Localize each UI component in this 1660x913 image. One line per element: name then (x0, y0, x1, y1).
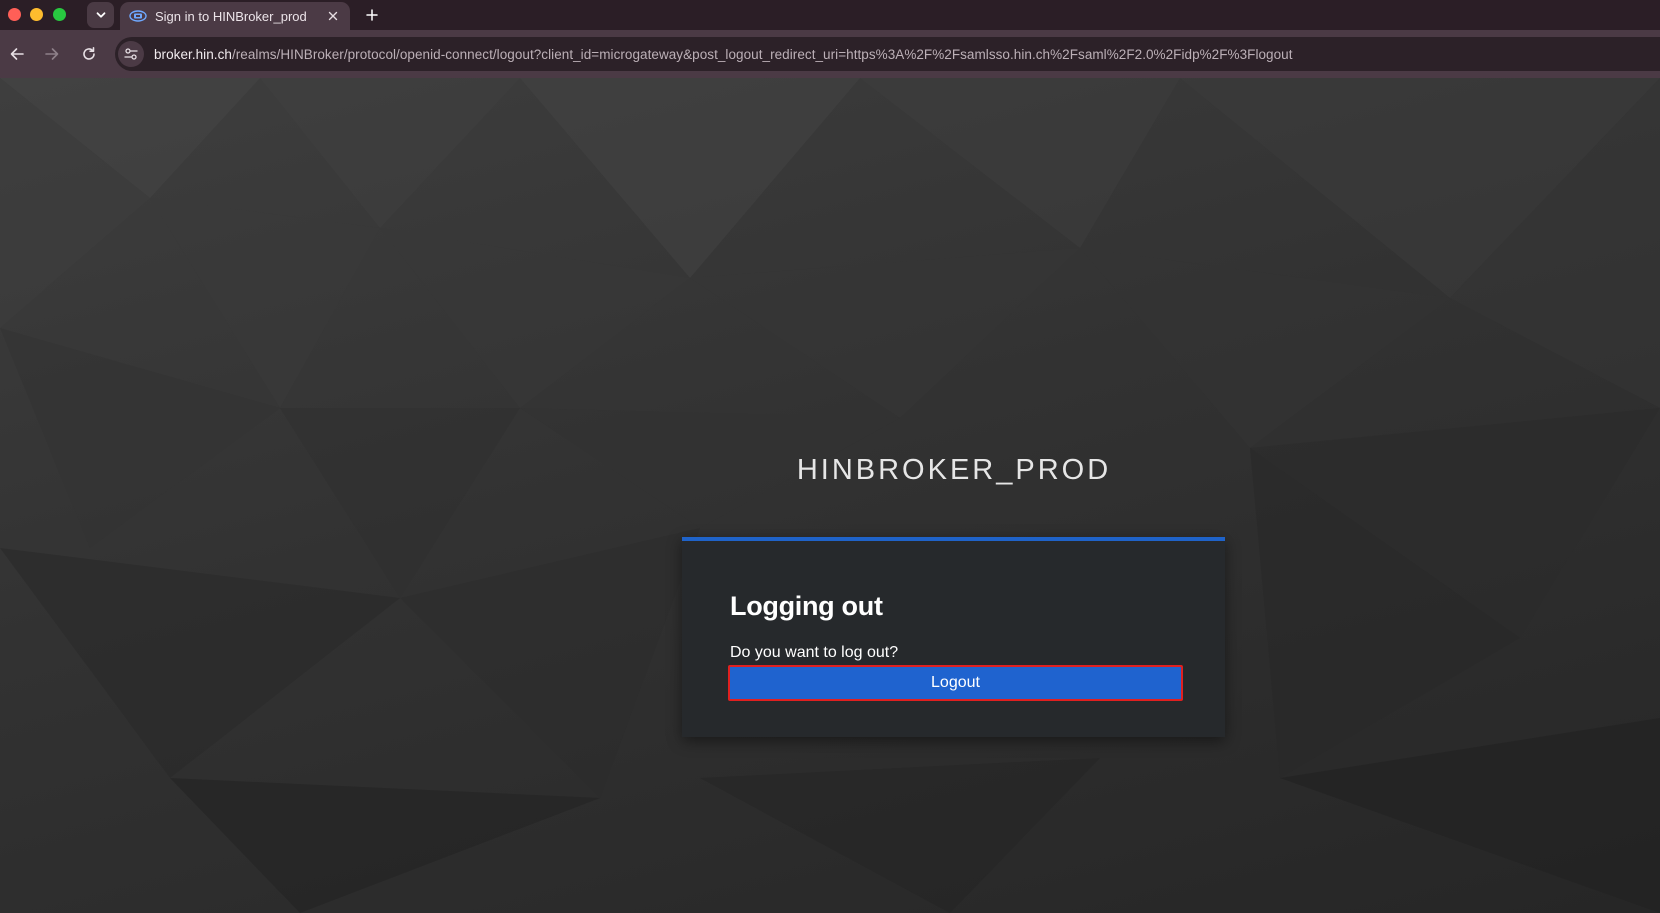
site-info-button[interactable] (118, 41, 144, 67)
tune-icon (124, 48, 138, 60)
tab-active[interactable]: Sign in to HINBroker_prod (120, 2, 350, 30)
reload-icon (83, 47, 95, 60)
address-bar[interactable]: broker.hin.ch/realms/HINBroker/protocol/… (115, 37, 1660, 71)
back-button[interactable] (5, 42, 29, 66)
browser-tab-bar: Sign in to HINBroker_prod (0, 0, 1660, 30)
logout-card: Logging out Do you want to log out? Logo… (682, 537, 1225, 737)
tab-list-button[interactable] (87, 2, 114, 28)
minimize-window-button[interactable] (30, 8, 43, 21)
chevron-down-icon (96, 12, 105, 18)
logout-button[interactable]: Logout (728, 665, 1183, 701)
reload-button[interactable] (77, 42, 101, 66)
close-icon (328, 11, 338, 21)
realm-title: HINBROKER_PROD (796, 454, 1112, 486)
forward-button[interactable] (40, 42, 64, 66)
arrow-right-icon (45, 48, 59, 60)
arrow-left-icon (10, 48, 24, 60)
tab-close-button[interactable] (324, 7, 342, 25)
page-background: HINBROKER_PROD Logging out Do you want t… (0, 78, 1660, 913)
maximize-window-button[interactable] (53, 8, 66, 21)
plus-icon (366, 9, 378, 21)
hin-favicon-icon (129, 10, 147, 22)
page-title: Logging out (730, 591, 883, 621)
browser-toolbar: broker.hin.ch/realms/HINBroker/protocol/… (0, 30, 1660, 78)
url-text[interactable]: broker.hin.ch/realms/HINBroker/protocol/… (154, 47, 1293, 62)
url-host: broker.hin.ch (154, 46, 232, 62)
close-window-button[interactable] (8, 8, 21, 21)
tab-title: Sign in to HINBroker_prod (155, 8, 307, 24)
logout-question: Do you want to log out? (730, 644, 899, 661)
url-path: /realms/HINBroker/protocol/openid-connec… (231, 46, 1293, 62)
new-tab-button[interactable] (362, 5, 382, 25)
low-poly-background (0, 78, 1660, 913)
